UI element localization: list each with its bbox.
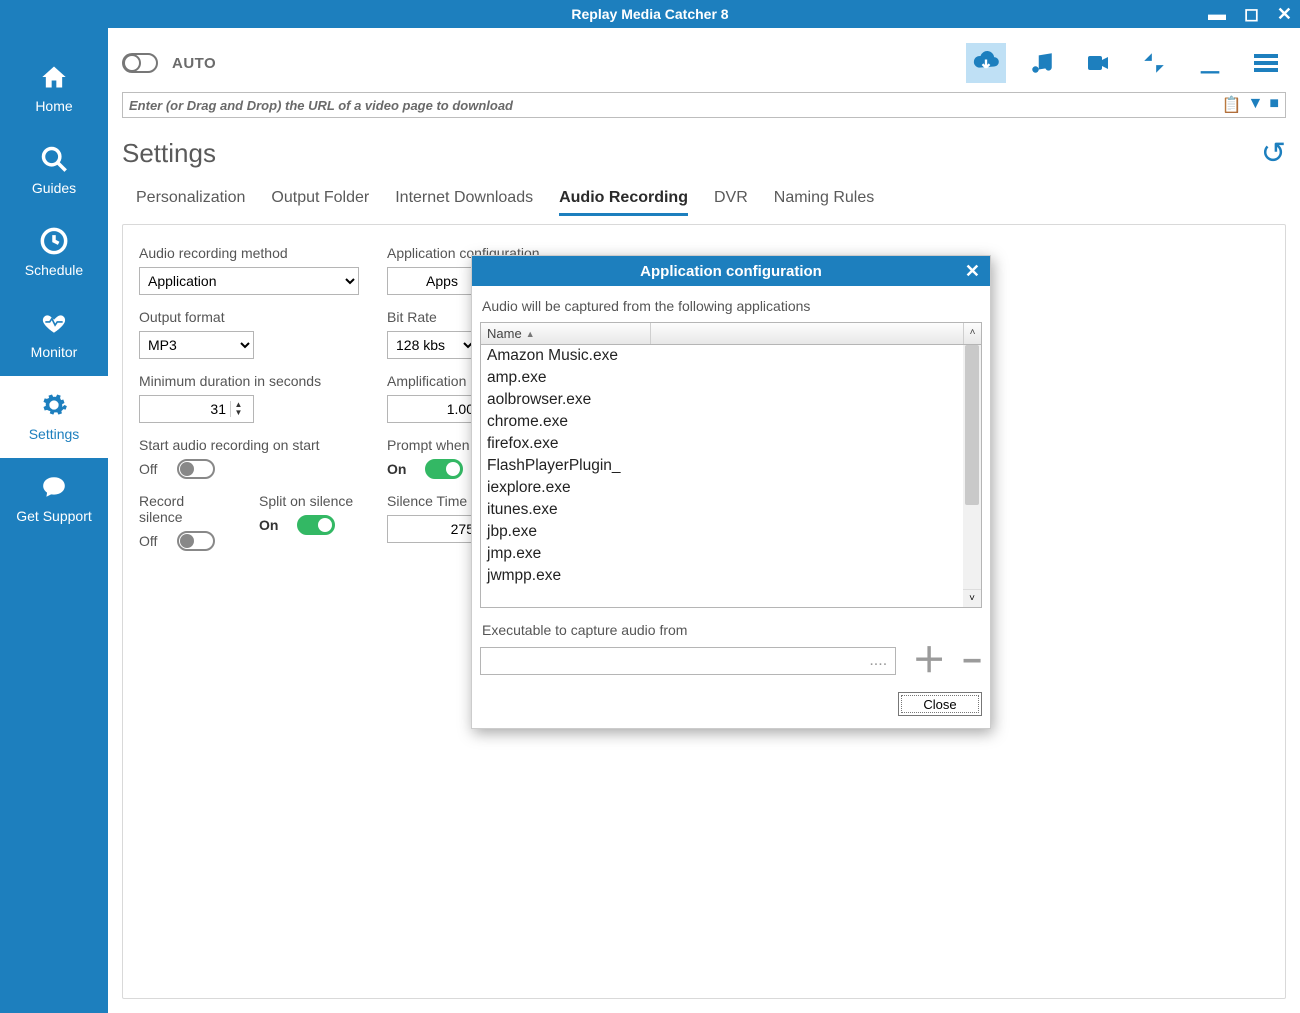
video-icon[interactable] — [1078, 43, 1118, 83]
sidebar-item-schedule[interactable]: Schedule — [0, 212, 108, 294]
amplification-input[interactable] — [388, 401, 478, 417]
min-duration-stepper[interactable]: ▲▼ — [139, 395, 254, 423]
sidebar-item-label: Settings — [0, 426, 108, 442]
tab-audio-recording[interactable]: Audio Recording — [559, 189, 688, 216]
sidebar-item-label: Home — [0, 98, 108, 114]
list-item[interactable]: itunes.exe — [481, 499, 981, 521]
dialog-title: Application configuration — [640, 263, 822, 280]
split-on-silence-toggle[interactable] — [297, 515, 335, 535]
list-item[interactable]: aolbrowser.exe — [481, 389, 981, 411]
gear-icon — [0, 388, 108, 422]
sidebar-item-label: Monitor — [0, 344, 108, 360]
search-icon — [0, 142, 108, 176]
list-item[interactable]: firefox.exe — [481, 433, 981, 455]
exec-label: Executable to capture audio from — [482, 622, 982, 638]
output-format-select[interactable]: MP3 — [139, 331, 254, 359]
recording-method-label: Audio recording method — [139, 245, 359, 261]
split-on-silence-state: On — [259, 517, 285, 533]
chat-icon — [0, 470, 108, 504]
list-item[interactable]: iexplore.exe — [481, 477, 981, 499]
sidebar-item-home[interactable]: Home — [0, 48, 108, 130]
output-format-label: Output format — [139, 309, 359, 325]
tab-internet-downloads[interactable]: Internet Downloads — [395, 189, 533, 216]
tab-personalization[interactable]: Personalization — [136, 189, 245, 216]
scrollbar[interactable] — [963, 345, 981, 589]
auto-toggle[interactable] — [122, 53, 158, 73]
app-config-dialog: Application configuration ✕ Audio will b… — [471, 255, 991, 729]
download-small-icon[interactable]: ▼ — [1247, 95, 1263, 115]
sidebar-item-label: Schedule — [0, 262, 108, 278]
prompt-state: On — [387, 461, 413, 477]
split-on-silence-label: Split on silence — [259, 493, 353, 509]
settings-tabs: Personalization Output Folder Internet D… — [136, 189, 1286, 216]
dialog-close-icon[interactable]: ✕ — [965, 261, 980, 282]
tab-dvr[interactable]: DVR — [714, 189, 748, 216]
add-icon[interactable]: ＋ — [912, 644, 946, 678]
sidebar-item-support[interactable]: Get Support — [0, 458, 108, 540]
reset-icon[interactable]: ↺ — [1261, 136, 1286, 171]
cloud-download-icon[interactable] — [966, 43, 1006, 83]
tab-output-folder[interactable]: Output Folder — [271, 189, 369, 216]
dialog-close-button[interactable]: Close — [898, 692, 982, 716]
record-small-icon[interactable]: ■ — [1269, 95, 1279, 115]
min-duration-label: Minimum duration in seconds — [139, 373, 359, 389]
home-icon — [0, 60, 108, 94]
sidebar-item-label: Get Support — [0, 508, 108, 524]
prompt-toggle[interactable] — [425, 459, 463, 479]
column-header-blank — [651, 323, 963, 344]
sidebar-item-label: Guides — [0, 180, 108, 196]
settings-panel: Audio recording method Application Outpu… — [122, 224, 1286, 999]
list-item[interactable]: jwmpp.exe — [481, 565, 981, 587]
sidebar-item-guides[interactable]: Guides — [0, 130, 108, 212]
url-input[interactable]: Enter (or Drag and Drop) the URL of a vi… — [122, 92, 1286, 118]
silence-time-input[interactable] — [388, 521, 478, 537]
minimize-icon[interactable]: ▬ — [1208, 4, 1226, 25]
list-item[interactable]: jbp.exe — [481, 521, 981, 543]
url-placeholder: Enter (or Drag and Drop) the URL of a vi… — [129, 98, 1222, 113]
download-icon[interactable] — [1190, 43, 1230, 83]
column-header-name[interactable]: Name▲ — [481, 323, 651, 344]
scroll-down-icon[interactable]: ˅ — [963, 589, 981, 607]
page-title: Settings — [122, 138, 216, 169]
app-listbox: Name▲ ˄ Amazon Music.exeamp.exeaolbrowse… — [480, 322, 982, 608]
dialog-title-bar[interactable]: Application configuration ✕ — [472, 256, 990, 286]
sort-asc-icon: ▲ — [526, 329, 535, 339]
start-on-start-state: Off — [139, 461, 165, 477]
browse-indicator: .... — [869, 652, 887, 670]
list-item[interactable]: Amazon Music.exe — [481, 345, 981, 367]
list-item[interactable]: FlashPlayerPlugin_ — [481, 455, 981, 477]
paste-icon[interactable]: 📋 — [1222, 95, 1242, 115]
menu-icon[interactable] — [1246, 43, 1286, 83]
min-duration-input[interactable] — [140, 401, 230, 417]
maximize-icon[interactable]: ◻ — [1244, 4, 1259, 25]
record-silence-label: Record silence — [139, 493, 231, 525]
clock-icon — [0, 224, 108, 258]
heartbeat-icon — [0, 306, 108, 340]
list-item[interactable]: jmp.exe — [481, 543, 981, 565]
start-on-start-label: Start audio recording on start — [139, 437, 359, 453]
exec-input[interactable]: .... — [480, 647, 896, 675]
title-bar: Replay Media Catcher 8 ▬ ◻ ✕ — [0, 0, 1300, 28]
sidebar-item-monitor[interactable]: Monitor — [0, 294, 108, 376]
list-item[interactable]: amp.exe — [481, 367, 981, 389]
dialog-info: Audio will be captured from the followin… — [482, 298, 982, 314]
recording-method-select[interactable]: Application — [139, 267, 359, 295]
collapse-icon[interactable] — [1134, 43, 1174, 83]
list-item[interactable]: chrome.exe — [481, 411, 981, 433]
scroll-up-icon[interactable]: ˄ — [963, 323, 981, 344]
music-icon[interactable] — [1022, 43, 1062, 83]
start-on-start-toggle[interactable] — [177, 459, 215, 479]
record-silence-state: Off — [139, 533, 165, 549]
record-silence-toggle[interactable] — [177, 531, 215, 551]
sidebar-item-settings[interactable]: Settings — [0, 376, 108, 458]
close-icon[interactable]: ✕ — [1277, 4, 1292, 25]
scrollbar-thumb[interactable] — [965, 345, 979, 505]
remove-icon[interactable]: − — [962, 644, 982, 678]
tab-naming-rules[interactable]: Naming Rules — [774, 189, 874, 216]
window-title: Replay Media Catcher 8 — [571, 6, 728, 22]
auto-label: AUTO — [172, 55, 216, 72]
bitrate-select[interactable]: 128 kbs — [387, 331, 477, 359]
sidebar: Home Guides Schedule Monitor Settings — [0, 28, 108, 1013]
chevron-down-icon[interactable]: ▼ — [235, 409, 243, 417]
